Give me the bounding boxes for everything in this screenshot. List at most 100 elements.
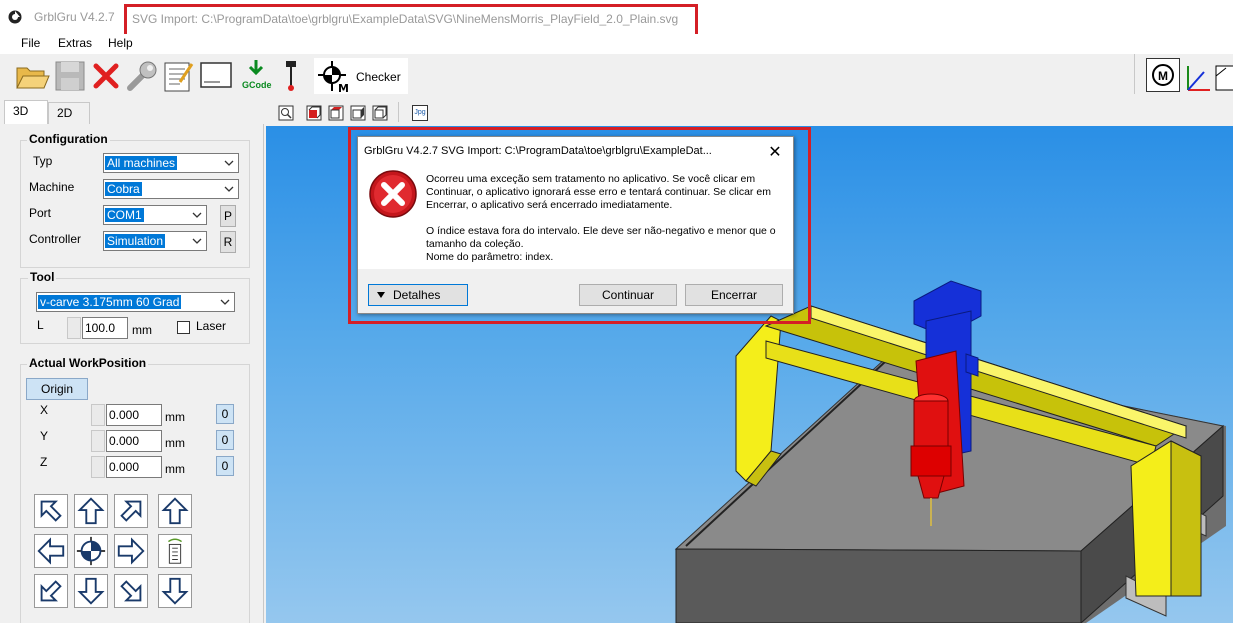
tab-3d[interactable]: 3D [4, 100, 48, 124]
app-logo-icon [8, 10, 22, 24]
type-select[interactable]: All machines [103, 153, 239, 173]
down-arrow-icon [248, 60, 264, 76]
laser-label: Laser [196, 319, 227, 333]
z-unit: mm [165, 462, 185, 476]
tool-title: Tool [28, 270, 57, 284]
jog-z-down-icon[interactable] [158, 574, 192, 608]
view-toolbar: Jpg [266, 100, 1233, 126]
jog-down-icon[interactable] [74, 574, 108, 608]
save-disk-icon[interactable] [52, 58, 88, 94]
jog-z-up-icon[interactable] [158, 494, 192, 528]
machine-mode-button[interactable]: M [1146, 58, 1180, 92]
chevron-down-icon [224, 160, 234, 166]
dialog-message-main: Ocorreu uma exceção sem tratamento no ap… [426, 173, 771, 211]
wrench-icon[interactable] [124, 58, 160, 94]
title-bar: GrblGru V4.2.7 SVG Import: C:\ProgramDat… [0, 0, 1233, 40]
jog-down-left-icon[interactable] [34, 574, 68, 608]
reset-button[interactable]: R [220, 231, 236, 253]
gcode-label: GCode [242, 80, 272, 90]
jog-remote-icon[interactable] [158, 534, 192, 568]
chevron-down-icon [192, 212, 202, 218]
y-spinner[interactable] [91, 430, 105, 452]
laser-checkbox[interactable] [177, 321, 190, 334]
view-top-icon[interactable] [328, 105, 344, 121]
tab-3d-label: 3D [13, 104, 29, 118]
tab-2d-label: 2D [57, 106, 73, 120]
jog-home-icon[interactable] [74, 534, 108, 568]
zoom-fit-icon[interactable] [278, 105, 294, 121]
tool-select[interactable]: v-carve 3.175mm 60 Grad [36, 292, 235, 312]
dialog-message-param: Nome do parâmetro: index. [426, 251, 554, 263]
menu-help[interactable]: Help [108, 36, 133, 50]
open-folder-icon[interactable] [14, 58, 50, 94]
port-select-value: COM1 [105, 208, 144, 222]
error-icon [369, 170, 417, 218]
axes-icon[interactable] [1184, 58, 1214, 94]
chevron-down-icon [224, 186, 234, 192]
type-select-value: All machines [105, 156, 178, 170]
delete-x-icon[interactable] [88, 58, 124, 94]
controller-select[interactable]: Simulation [103, 231, 207, 251]
chevron-down-icon [220, 299, 230, 305]
zero-y-button[interactable]: 0 [216, 430, 234, 450]
crosshair-machine-icon: M [318, 61, 349, 93]
main-toolbar: GCode M Checker M [0, 54, 1233, 98]
tool-select-value: v-carve 3.175mm 60 Grad [38, 295, 182, 309]
z-position-input[interactable]: 0.000 [106, 456, 162, 478]
y-position-input[interactable]: 0.000 [106, 430, 162, 452]
length-input[interactable]: 100.0 [82, 317, 128, 339]
z-spinner[interactable] [91, 456, 105, 478]
length-unit: mm [132, 323, 152, 337]
menu-extras[interactable]: Extras [58, 36, 92, 50]
z-axis-label: Z [40, 455, 48, 469]
x-axis-label: X [40, 403, 49, 417]
tab-2d[interactable]: 2D [48, 102, 90, 124]
jog-up-icon[interactable] [74, 494, 108, 528]
machine-select[interactable]: Cobra [103, 179, 239, 199]
length-spinner[interactable] [67, 317, 81, 339]
cube-view-icon[interactable] [1214, 58, 1233, 94]
y-axis-label: Y [40, 429, 49, 443]
dialog-close-button[interactable]: ✕ [767, 142, 783, 162]
type-label: Typ [33, 154, 53, 168]
view-iso-icon[interactable] [372, 105, 388, 121]
jog-up-left-icon[interactable] [34, 494, 68, 528]
jog-left-icon[interactable] [34, 534, 68, 568]
machine-select-value: Cobra [105, 182, 142, 196]
dialog-title-bar: GrblGru V4.2.7 SVG Import: C:\ProgramDat… [358, 137, 793, 165]
jog-down-right-icon[interactable] [114, 574, 148, 608]
dialog-message-error: O índice estava fora do intervalo. Ele d… [426, 225, 776, 250]
view-front-icon[interactable] [306, 105, 322, 121]
zero-x-button[interactable]: 0 [216, 404, 234, 424]
exception-dialog: GrblGru V4.2.7 SVG Import: C:\ProgramDat… [357, 136, 794, 314]
checker-label: Checker [356, 70, 401, 84]
jog-right-icon[interactable] [114, 534, 148, 568]
monitor-icon[interactable] [198, 58, 234, 94]
gcode-button[interactable]: GCode [240, 58, 272, 94]
zero-z-button[interactable]: 0 [216, 456, 234, 476]
controller-select-value: Simulation [105, 234, 166, 248]
export-jpg-button[interactable]: Jpg [412, 105, 428, 121]
origin-button[interactable]: Origin [26, 378, 88, 400]
x-position-input[interactable]: 0.000 [106, 404, 162, 426]
port-button[interactable]: P [220, 205, 236, 227]
view-toolbar-separator [398, 102, 399, 122]
toolbar-separator [1134, 54, 1135, 94]
menu-file[interactable]: File [21, 36, 40, 50]
probe-pin-icon[interactable] [276, 58, 306, 94]
quit-button[interactable]: Encerrar [685, 284, 783, 306]
details-button[interactable]: Detalhes [368, 284, 468, 306]
left-panel: Configuration Typ All machines Machine C… [0, 124, 264, 623]
jog-up-right-icon[interactable] [114, 494, 148, 528]
app-title: GrblGru V4.2.7 [34, 10, 115, 24]
notepad-icon[interactable] [160, 58, 196, 94]
dialog-body: Ocorreu uma exceção sem tratamento no ap… [358, 165, 793, 269]
x-spinner[interactable] [91, 404, 105, 426]
checker-button[interactable]: M Checker [314, 58, 408, 94]
continue-button[interactable]: Continuar [579, 284, 677, 306]
port-select[interactable]: COM1 [103, 205, 207, 225]
dialog-title: GrblGru V4.2.7 SVG Import: C:\ProgramDat… [364, 145, 712, 157]
view-side-icon[interactable] [350, 105, 366, 121]
svg-text:M: M [338, 82, 349, 93]
length-label: L [37, 318, 44, 332]
